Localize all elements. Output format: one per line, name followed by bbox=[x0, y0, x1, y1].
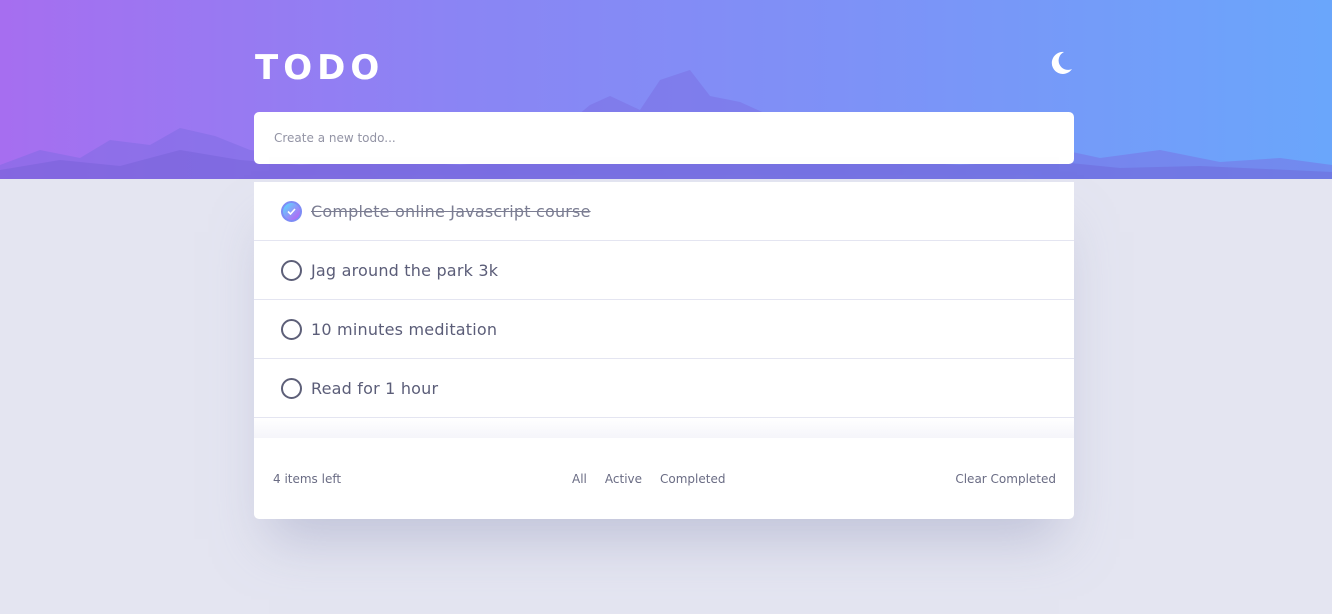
filter-active[interactable]: Active bbox=[605, 471, 642, 487]
list-footer: 4 items left All Active Completed Clear … bbox=[254, 439, 1074, 519]
app-title: TODO bbox=[255, 48, 385, 88]
todo-text: 10 minutes meditation bbox=[311, 319, 498, 339]
filter-group: All Active Completed bbox=[572, 471, 725, 487]
todo-item[interactable]: Complete online Javascript course bbox=[254, 182, 1074, 241]
todo-list-card: Complete online Javascript course Jag ar… bbox=[254, 182, 1074, 519]
todo-checkbox[interactable] bbox=[281, 318, 302, 340]
items-left-count: 4 items left bbox=[273, 472, 342, 486]
todo-item[interactable]: 10 minutes meditation bbox=[254, 300, 1074, 359]
filter-all[interactable]: All bbox=[572, 471, 587, 487]
todo-text: Read for 1 hour bbox=[311, 378, 439, 398]
todo-checkbox[interactable] bbox=[281, 377, 302, 399]
todo-text: Complete online Javascript course bbox=[311, 201, 591, 221]
todo-text: Jag around the park 3k bbox=[311, 260, 499, 280]
todo-checkbox[interactable] bbox=[281, 259, 302, 281]
todo-item[interactable]: Jag around the park 3k bbox=[254, 241, 1074, 300]
moon-icon[interactable] bbox=[1046, 48, 1074, 76]
check-icon bbox=[287, 207, 296, 215]
clear-completed-button[interactable]: Clear Completed bbox=[955, 471, 1056, 487]
new-todo-field[interactable] bbox=[254, 112, 1074, 164]
list-divider bbox=[254, 418, 1074, 438]
filter-completed[interactable]: Completed bbox=[660, 471, 725, 487]
todo-item[interactable]: Read for 1 hour bbox=[254, 359, 1074, 418]
new-todo-input[interactable] bbox=[272, 130, 1056, 146]
todo-checkbox-checked[interactable] bbox=[281, 200, 302, 222]
